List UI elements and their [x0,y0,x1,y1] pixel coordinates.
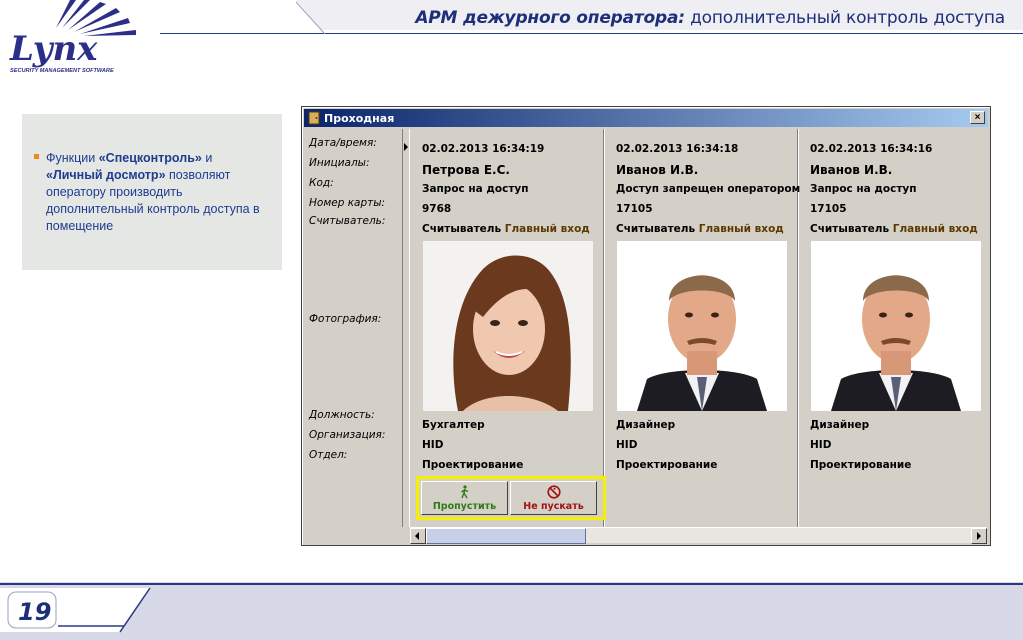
event-card-3: 02.02.2013 16:34:16 Иванов И.В. Запрос н… [798,129,988,527]
label-photo: Фотография: [309,313,382,325]
card-name: Иванов И.В. [616,163,699,177]
card-reader: Считыватель Главный вход [810,223,978,235]
card-name: Иванов И.В. [810,163,893,177]
action-buttons-highlight: Пропустить Не пускать [416,476,606,520]
card-reader: Считыватель Главный вход [616,223,784,235]
scroll-right-button[interactable] [971,528,987,544]
header-title-bold: АРМ дежурного оператора: [415,8,685,28]
info-box: Функции «Спецконтроль» и «Личный досмотр… [22,114,282,270]
arrow-left-icon [415,532,419,540]
allow-button[interactable]: Пропустить [421,481,508,515]
logo-tagline: SECURITY MANAGEMENT SOFTWARE [10,68,114,74]
page-number: 19 [18,598,52,626]
event-card-2: 02.02.2013 16:34:18 Иванов И.В. Доступ з… [604,129,801,527]
horizontal-scrollbar[interactable] [410,527,987,544]
label-initials: Инициалы: [309,157,370,169]
label-reader: Считыватель: [309,215,386,227]
no-entry-icon [546,485,561,499]
photo-man [811,241,981,411]
card-department: Проектирование [422,459,524,471]
card-reader: Считыватель Главный вход [422,223,590,235]
info-text: Функции «Спецконтроль» и «Личный досмотр… [46,151,260,233]
card-position: Дизайнер [810,419,870,431]
card-department: Проектирование [810,459,912,471]
card-organization: HID [810,439,832,451]
header-title: АРМ дежурного оператора: дополнительный … [415,8,1005,28]
card-event: Доступ запрещен оператором [616,183,801,195]
lynx-logo: Lynx SECURITY MANAGEMENT SOFTWARE [9,0,136,74]
card-organization: HID [422,439,444,451]
card-datetime: 02.02.2013 16:34:16 [810,143,933,155]
field-labels: Дата/время: Инициалы: Код: Номер карты: … [306,129,402,527]
card-code: 17105 [616,203,653,215]
label-card-number: Номер карты: [309,197,386,209]
photo-woman [423,241,593,411]
scroll-thumb[interactable] [426,528,586,544]
card-name: Петрова Е.С. [422,163,510,177]
arrow-right-icon [977,532,981,540]
card-organization: HID [616,439,638,451]
card-datetime: 02.02.2013 16:34:18 [616,143,739,155]
card-code: 17105 [810,203,847,215]
allow-label: Пропустить [432,501,497,512]
checkpoint-window: Проходная × Дата/время: Инициалы: Код: Н… [301,106,991,546]
label-datetime: Дата/время: [309,137,377,149]
panel-splitter[interactable] [402,129,410,527]
close-button[interactable]: × [970,111,985,124]
card-department: Проектирование [616,459,718,471]
label-department: Отдел: [309,449,348,461]
card-code: 9768 [422,203,452,215]
label-position: Должность: [309,409,375,421]
event-card-1: 02.02.2013 16:34:19 Петрова Е.С. Запрос … [410,129,606,527]
photo-man [617,241,787,411]
logo-brand: Lynx [9,29,98,69]
deny-button[interactable]: Не пускать [510,481,597,515]
card-event: Запрос на доступ [422,183,529,195]
header-title-rest: дополнительный контроль доступа [684,8,1005,28]
card-position: Дизайнер [616,419,676,431]
label-code: Код: [309,177,334,189]
card-event: Запрос на доступ [810,183,917,195]
card-datetime: 02.02.2013 16:34:19 [422,143,545,155]
scroll-left-button[interactable] [410,528,426,544]
label-organization: Организация: [309,429,386,441]
collapse-arrow-icon[interactable] [404,143,408,151]
card-position: Бухгалтер [422,419,485,431]
door-icon [308,111,320,125]
footer-band [0,582,1023,640]
deny-label: Не пускать [523,501,584,512]
window-titlebar[interactable]: Проходная × [304,109,988,127]
window-title: Проходная [324,111,395,125]
bullet-icon [34,154,39,159]
walking-man-icon [460,485,468,499]
